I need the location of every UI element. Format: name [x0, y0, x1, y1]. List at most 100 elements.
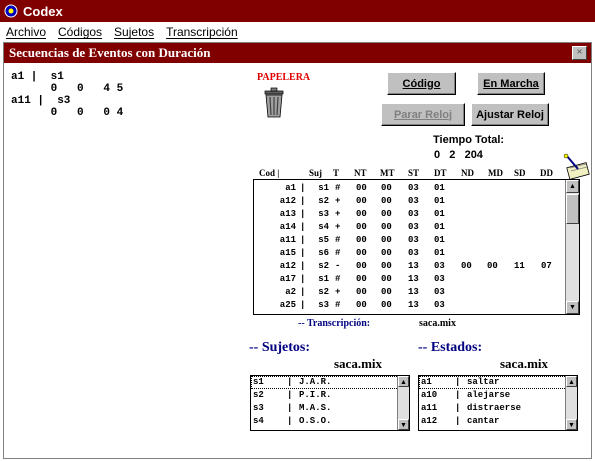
codigo-button[interactable]: Código — [387, 72, 456, 95]
col-header: MT — [380, 168, 395, 178]
scroll-up-icon[interactable]: ▲ — [566, 180, 579, 193]
table-row[interactable]: a14 | s4 +00 00 03 01 — [254, 221, 566, 234]
table-cell: a11 — [279, 235, 296, 245]
menu-codigos[interactable]: Códigos — [58, 25, 102, 39]
item-label: cantar — [467, 416, 500, 426]
menu-transcripcion[interactable]: Transcripción — [166, 25, 238, 39]
table-cell: 01 — [434, 248, 445, 258]
sujeto-list-item[interactable]: s2 | P.I.R. — [251, 389, 409, 402]
scroll-down-icon[interactable]: ▼ — [566, 419, 577, 430]
estados-scrollbar[interactable]: ▲ ▼ — [565, 376, 577, 430]
table-cell: 13 — [408, 300, 419, 310]
table-cell: 00 — [356, 235, 367, 245]
table-cell: 01 — [434, 209, 445, 219]
estados-file: saca.mix — [500, 356, 549, 371]
column-separator: | — [300, 274, 306, 284]
table-cell: 03 — [408, 196, 419, 206]
estados-list[interactable]: a1 | saltar a10 | alejarse a11 | distraerse a12 | c… — [418, 375, 578, 431]
table-cell: 00 — [356, 300, 367, 310]
table-row[interactable]: a25 | s3 #00 00 13 03 — [254, 299, 566, 312]
tiempo-total-value: 0 2 204 — [434, 149, 483, 161]
en-marcha-button[interactable]: En Marcha — [477, 72, 545, 95]
estado-list-item[interactable]: a12 | cantar — [419, 415, 577, 428]
scroll-up-icon[interactable]: ▲ — [566, 376, 577, 387]
table-cell: 01 — [434, 183, 445, 193]
sujeto-list-item[interactable]: s1 | J.A.R. — [251, 376, 409, 389]
menu-archivo[interactable]: Archivo — [6, 25, 46, 39]
table-cell: 13 — [408, 274, 419, 284]
table-cell: a12 — [279, 196, 296, 206]
scroll-thumb[interactable] — [566, 194, 579, 224]
sujeto-list-item[interactable]: s4 | O.S.O. — [251, 415, 409, 428]
transcripcion-row: -- Transcripción: saca.mix — [298, 318, 456, 329]
table-row[interactable]: a2 | s2 +00 00 13 03 — [254, 286, 566, 299]
column-separator: | — [287, 416, 293, 426]
table-cell: - — [335, 261, 341, 271]
estado-list-item[interactable]: a11 | distraerse — [419, 402, 577, 415]
table-cell: s3 — [318, 300, 329, 310]
table-cell: 00 — [381, 300, 392, 310]
col-header: Cod | — [259, 168, 280, 178]
table-row[interactable]: a12 | s2- 00 00 13 03 00 00 11 07 — [254, 260, 566, 273]
event-grid[interactable]: a1 | s1 #00 00 03 01 a12 | s2 +00 00 03 01 a13 | s3 +00 00… — [253, 179, 580, 315]
column-separator: | — [455, 390, 461, 400]
menu-sujetos[interactable]: Sujetos — [114, 25, 154, 39]
table-cell: # — [335, 183, 341, 193]
scroll-down-icon[interactable]: ▼ — [398, 419, 409, 430]
sujetos-list[interactable]: s1 | J.A.R. s2 | P.I.R. s3 | M.A.S. s4 | O.S.O. ▲ ▼ — [250, 375, 410, 431]
codigo-button-label: Código — [402, 77, 441, 90]
grid-scrollbar[interactable]: ▲ ▼ — [565, 180, 579, 314]
close-icon[interactable]: × — [572, 46, 587, 60]
table-cell: 00 — [356, 222, 367, 232]
table-row[interactable]: a1 | s1 #00 00 03 01 — [254, 182, 566, 195]
parar-reloj-button[interactable]: Parar Reloj — [381, 103, 465, 126]
table-row[interactable]: a11 | s5 #00 00 03 01 — [254, 234, 566, 247]
table-cell: 00 — [356, 209, 367, 219]
table-cell: s3 — [318, 209, 329, 219]
item-label: O.S.O. — [299, 416, 332, 426]
sujetos-items: s1 | J.A.R. s2 | P.I.R. s3 | M.A.S. s4 | O.S.O. — [251, 376, 409, 428]
estado-list-item[interactable]: a10 | alejarse — [419, 389, 577, 402]
window-title-bar[interactable]: Secuencias de Eventos con Duración × — [4, 43, 591, 63]
event-grid-rows: a1 | s1 #00 00 03 01 a12 | s2 +00 00 03 01 a13 | s3 +00 00… — [254, 182, 566, 312]
trash-can-icon[interactable] — [262, 87, 286, 119]
table-cell: 00 — [356, 248, 367, 258]
column-separator: | — [455, 403, 461, 413]
column-separator: | — [455, 377, 461, 387]
table-cell: 03 — [408, 183, 419, 193]
table-cell: # — [335, 300, 341, 310]
magic-wand-icon[interactable] — [562, 153, 592, 181]
table-cell: a12 — [279, 261, 296, 271]
table-row[interactable]: a15 | s6 #00 00 03 01 — [254, 247, 566, 260]
col-header: Suj — [309, 168, 323, 178]
table-cell: 03 — [434, 287, 445, 297]
table-cell: 01 — [434, 222, 445, 232]
scroll-up-icon[interactable]: ▲ — [398, 376, 409, 387]
item-code: s4 — [253, 416, 264, 426]
log-line: 0 0 4 5 — [11, 83, 124, 95]
en-marcha-button-label: En Marcha — [483, 77, 539, 90]
estado-list-item[interactable]: a1 | saltar — [419, 376, 577, 389]
column-separator: | — [300, 196, 306, 206]
table-cell: s2 — [318, 196, 329, 206]
table-row[interactable]: a13 | s3 +00 00 03 01 — [254, 208, 566, 221]
window-title: Secuencias de Eventos con Duración — [9, 45, 211, 60]
column-separator: | — [300, 183, 306, 193]
table-cell: 00 — [356, 274, 367, 284]
col-header: ND — [461, 168, 474, 178]
grid-header: Cod | Suj T NT MT ST DT ND MD SD DD — [253, 166, 593, 180]
sujeto-list-item[interactable]: s3 | M.A.S. — [251, 402, 409, 415]
table-row[interactable]: a17 | s1 #00 00 13 03 — [254, 273, 566, 286]
log-line: a11 | s3 — [11, 95, 71, 107]
col-header: SD — [514, 168, 526, 178]
column-separator: | — [455, 416, 461, 426]
scroll-down-icon[interactable]: ▼ — [566, 301, 579, 314]
ajustar-reloj-button[interactable]: Ajustar Reloj — [471, 103, 549, 126]
table-cell: a14 — [279, 222, 296, 232]
item-code: a10 — [421, 390, 438, 400]
table-row[interactable]: a12 | s2 +00 00 03 01 — [254, 195, 566, 208]
table-cell: 00 — [381, 261, 392, 271]
item-label: J.A.R. — [299, 377, 332, 387]
sujetos-scrollbar[interactable]: ▲ ▼ — [397, 376, 409, 430]
table-cell: s5 — [318, 235, 329, 245]
